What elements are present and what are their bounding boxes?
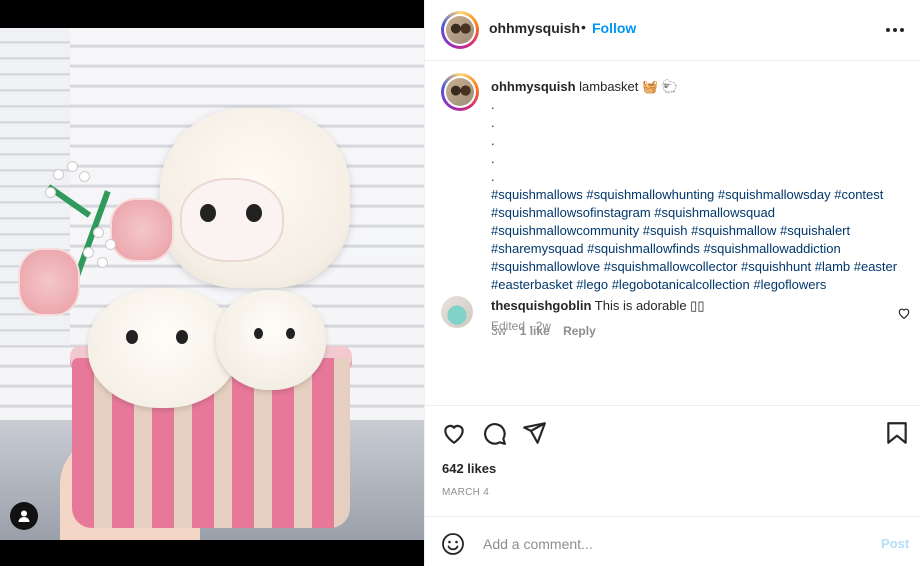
caption-dots: . . . . .: [491, 97, 495, 184]
comment-input[interactable]: [481, 529, 865, 559]
post-comment-button[interactable]: Post: [881, 536, 909, 551]
like-heart-icon[interactable]: [441, 420, 467, 446]
comment-bubble-icon[interactable]: [481, 420, 507, 446]
header-username[interactable]: ohhmysquish: [489, 20, 580, 36]
caption-title: lambasket 🧺 🐑: [579, 79, 678, 94]
caption-text: ohhmysquish lambasket 🧺 🐑 . . . . . #squ…: [491, 78, 901, 294]
lego-flowers: [18, 158, 194, 316]
avatar[interactable]: [441, 11, 479, 49]
caption-avatar[interactable]: [441, 73, 479, 111]
tagged-users-icon[interactable]: [10, 502, 38, 530]
post-header: ohhmysquish • Follow: [425, 0, 921, 61]
add-comment-bar: Post: [425, 516, 921, 567]
lamb-face: [180, 178, 284, 262]
comment-item: thesquishgoblin This is adorable ▯▯ 3w 1…: [425, 290, 921, 350]
post-actions: [425, 406, 921, 458]
separator-dot: •: [581, 19, 586, 35]
share-send-icon[interactable]: [521, 420, 547, 446]
emoji-icon[interactable]: [441, 532, 465, 556]
post-details-panel: ohhmysquish • Follow ohhmysquish lambask…: [424, 0, 921, 566]
comment-likes-link[interactable]: 1 like: [520, 324, 550, 338]
caption-username[interactable]: ohhmysquish: [491, 79, 576, 94]
save-bookmark-icon[interactable]: [884, 420, 910, 446]
comment-like-heart-icon[interactable]: [897, 306, 911, 320]
post-date: MARCH 4: [442, 487, 490, 498]
commenter-avatar[interactable]: [441, 296, 473, 328]
follow-button[interactable]: Follow: [592, 20, 636, 36]
comment-body: thesquishgoblin This is adorable ▯▯: [491, 298, 704, 314]
small-lamb-plush-2: [216, 290, 326, 390]
reply-button[interactable]: Reply: [563, 324, 596, 338]
more-options-icon[interactable]: [880, 20, 910, 40]
caption-hashtags[interactable]: #squishmallows #squishmallowhunting #squ…: [491, 186, 901, 294]
comment-text: This is adorable ▯▯: [594, 298, 705, 313]
caption-section: ohhmysquish lambasket 🧺 🐑 . . . . . #squ…: [425, 60, 921, 406]
comment-time: 3w: [491, 324, 507, 338]
post-media-pane: [0, 0, 424, 566]
post-photo[interactable]: [0, 28, 424, 540]
comment-meta: 3w 1 like Reply: [491, 324, 606, 338]
likes-count[interactable]: 642 likes: [442, 461, 496, 476]
commenter-username[interactable]: thesquishgoblin: [491, 298, 591, 313]
